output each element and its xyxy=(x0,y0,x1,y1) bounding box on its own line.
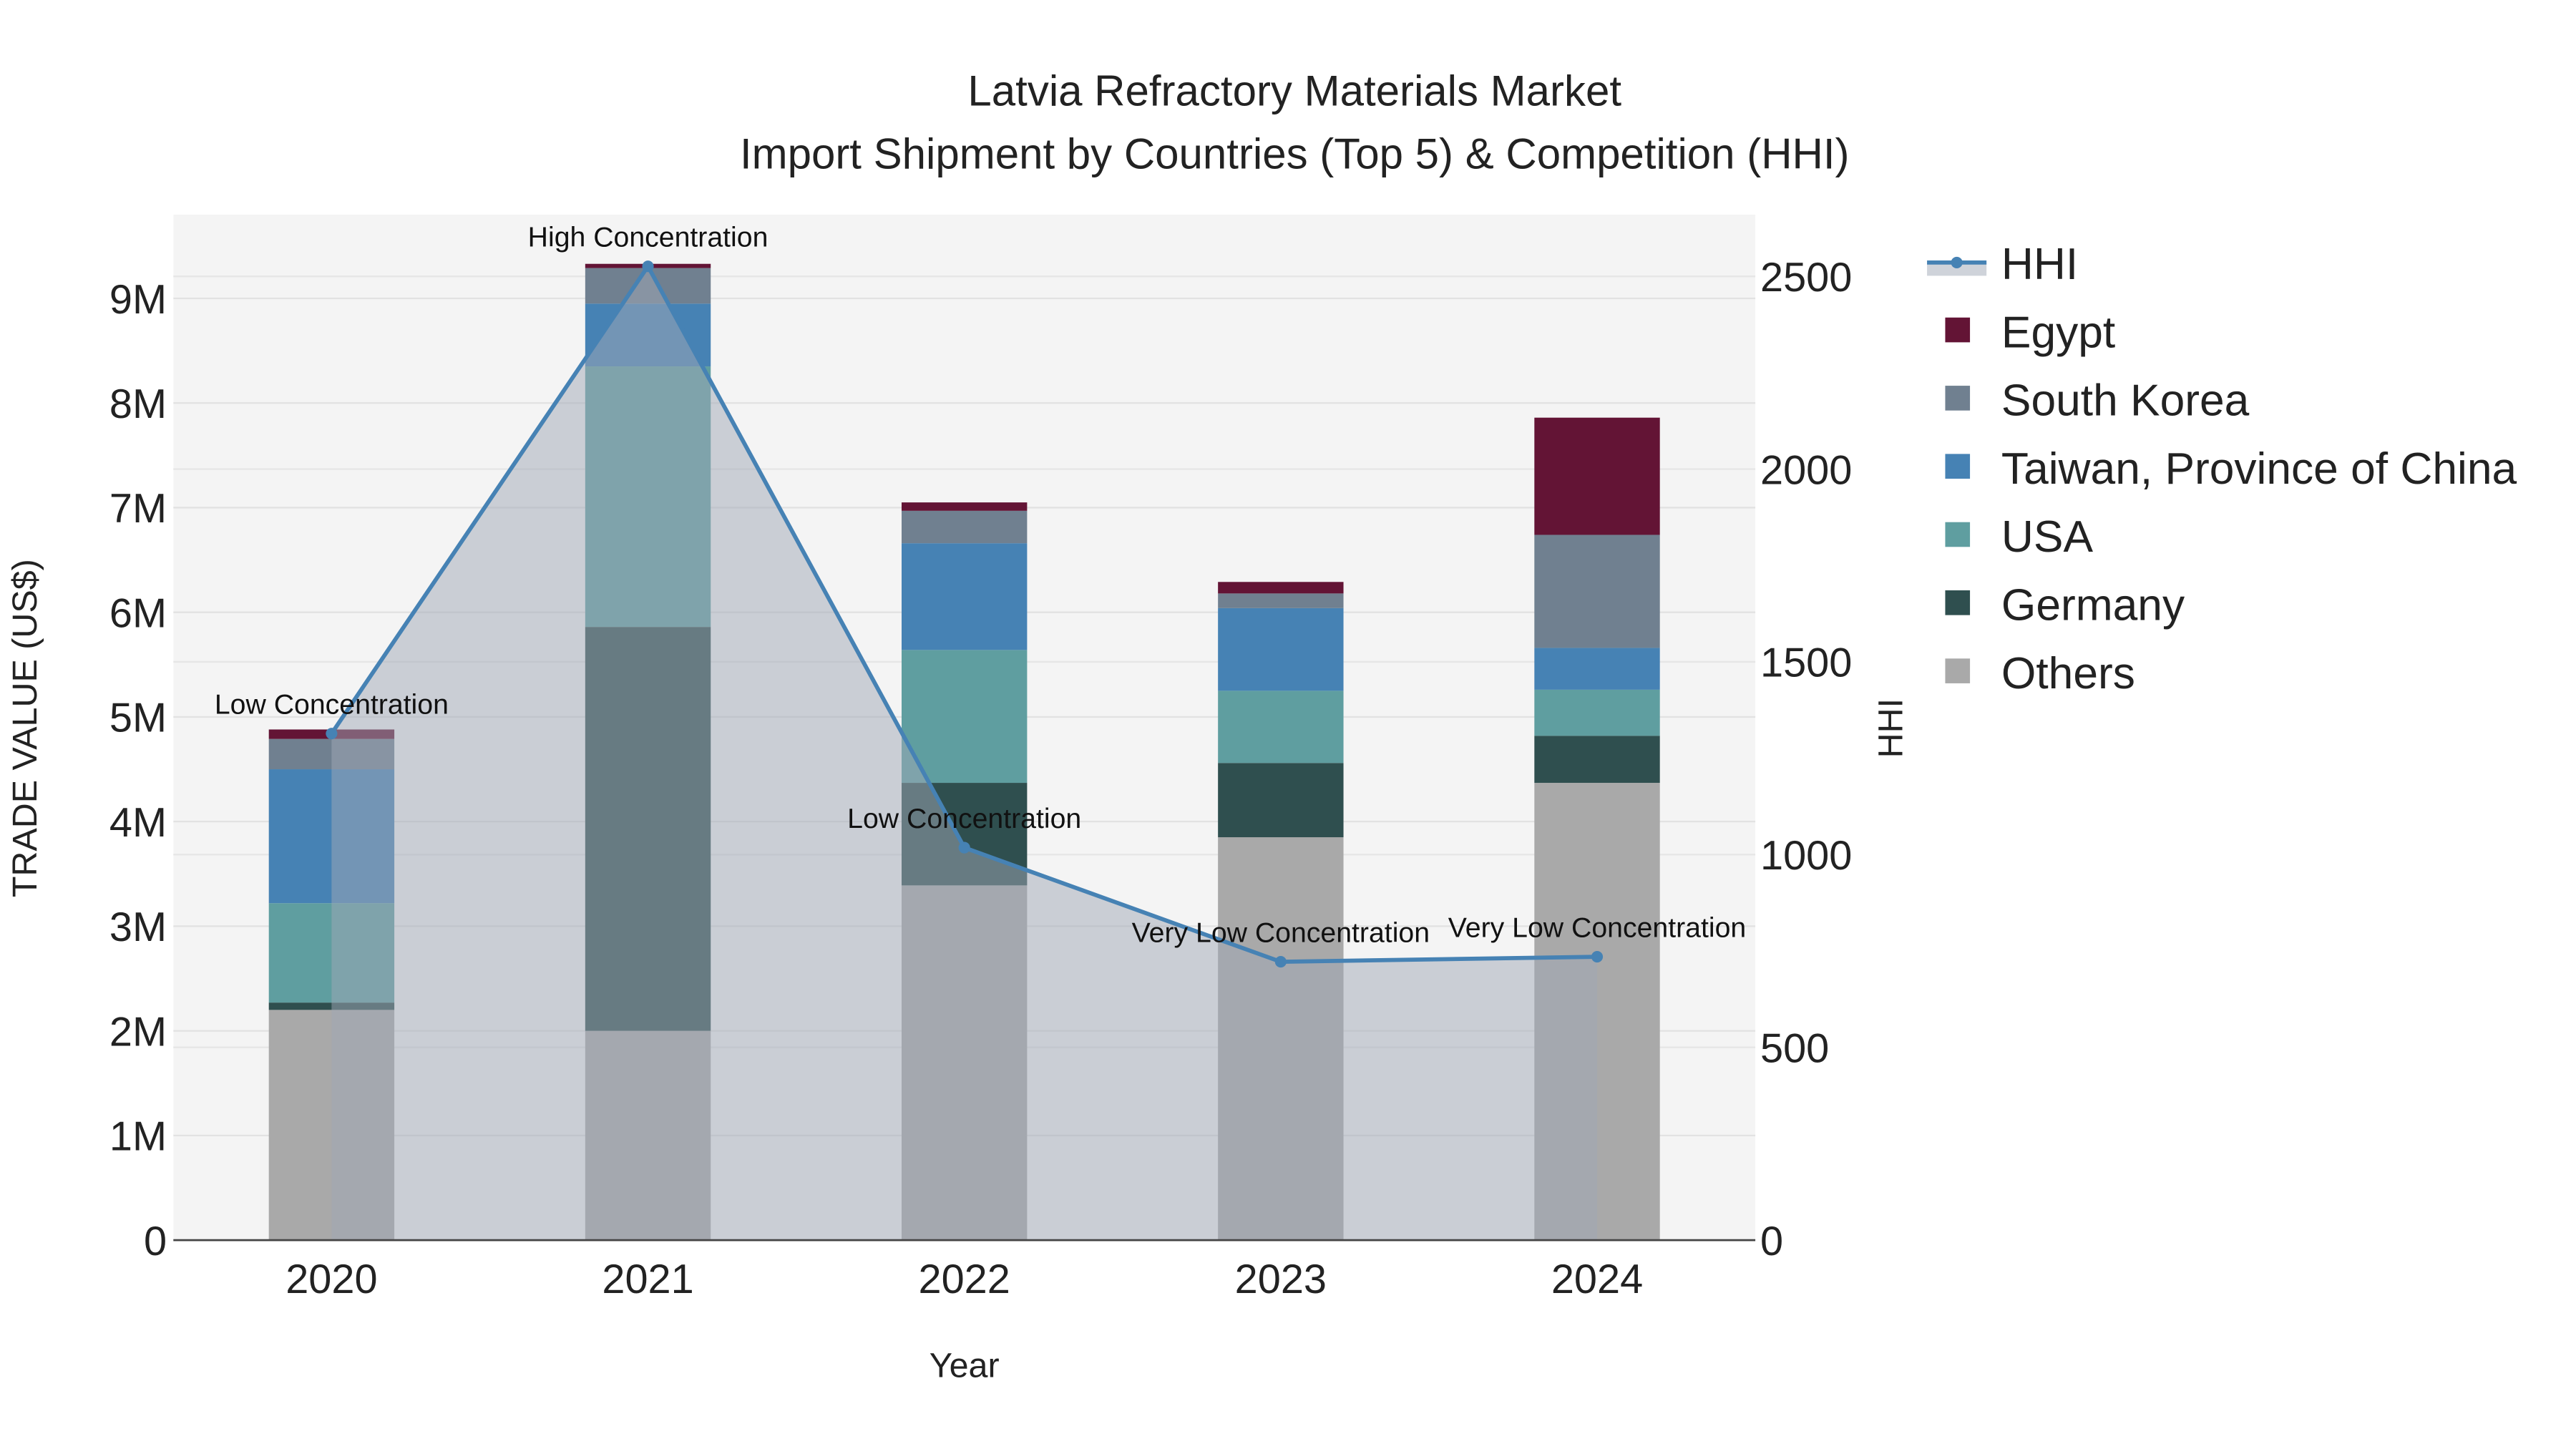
y-tick-label: 0 xyxy=(144,1219,167,1264)
legend-label: Egypt xyxy=(2001,308,2115,357)
legend-swatch xyxy=(1945,658,1971,683)
legend-item-south-korea[interactable]: South Korea xyxy=(1945,376,2250,426)
bar-germany-2023[interactable] xyxy=(1218,763,1344,838)
x-tick-label: 2024 xyxy=(1551,1257,1643,1302)
y-tick-label: 9M xyxy=(109,277,167,323)
x-tick-label: 2023 xyxy=(1235,1257,1327,1302)
y2-tick-label: 1000 xyxy=(1760,833,1852,879)
hhi-point[interactable] xyxy=(642,260,654,273)
legend-swatch xyxy=(1945,522,1971,547)
chart-title: Latvia Refractory Materials Market xyxy=(967,67,1621,115)
bar-south-korea-2023[interactable] xyxy=(1218,593,1344,608)
y-tick-label: 7M xyxy=(109,486,167,532)
hhi-annotation: Low Concentration xyxy=(847,803,1081,834)
legend-item-germany[interactable]: Germany xyxy=(1945,581,2185,630)
hhi-annotation: Low Concentration xyxy=(215,688,449,720)
bar-usa-2024[interactable] xyxy=(1534,689,1660,736)
hhi-point[interactable] xyxy=(1274,956,1287,968)
bar-taiwan-province-of-china-2024[interactable] xyxy=(1534,648,1660,690)
x-tick-label: 2022 xyxy=(919,1257,1010,1302)
y-tick-label: 8M xyxy=(109,381,167,427)
legend-item-usa[interactable]: USA xyxy=(1945,512,2093,562)
hhi-point[interactable] xyxy=(1591,951,1604,963)
bar-egypt-2022[interactable] xyxy=(902,502,1028,511)
bar-egypt-2023[interactable] xyxy=(1218,582,1344,594)
x-tick-label: 2021 xyxy=(602,1257,693,1302)
bar-south-korea-2024[interactable] xyxy=(1534,535,1660,648)
y2-tick-label: 500 xyxy=(1760,1025,1829,1071)
hhi-point[interactable] xyxy=(326,728,338,740)
y-tick-label: 3M xyxy=(109,904,167,950)
y2-tick-label: 2000 xyxy=(1760,447,1852,493)
x-axis-title: Year xyxy=(930,1347,1000,1385)
bar-taiwan-province-of-china-2022[interactable] xyxy=(902,543,1028,650)
bar-usa-2023[interactable] xyxy=(1218,691,1344,763)
legend-item-others[interactable]: Others xyxy=(1945,649,2135,698)
chart-subtitle: Import Shipment by Countries (Top 5) & C… xyxy=(740,130,1850,177)
legend-item-egypt[interactable]: Egypt xyxy=(1945,308,2115,357)
y-tick-label: 5M xyxy=(109,696,167,741)
legend-label: Taiwan, Province of China xyxy=(2001,444,2517,494)
y2-tick-label: 2500 xyxy=(1760,255,1852,301)
legend-swatch xyxy=(1945,386,1971,411)
legend-label: Others xyxy=(2001,649,2135,698)
y-tick-label: 6M xyxy=(109,590,167,636)
bar-germany-2024[interactable] xyxy=(1534,736,1660,784)
chart: Low Concentration High Concentration Low C… xyxy=(6,67,2517,1385)
y-tick-label: 4M xyxy=(109,800,167,846)
x-tick-label: 2020 xyxy=(286,1257,377,1302)
legend-swatch xyxy=(1945,454,1971,479)
y2-axis-title: HHI xyxy=(1871,698,1910,758)
legend-item-hhi[interactable]: HHI xyxy=(1927,240,2078,289)
legend-swatch xyxy=(1945,317,1971,343)
y2-tick-label: 1500 xyxy=(1760,640,1852,686)
legend-swatch xyxy=(1945,590,1971,615)
legend-label: USA xyxy=(2001,512,2094,562)
bar-egypt-2024[interactable] xyxy=(1534,417,1660,535)
bar-taiwan-province-of-china-2023[interactable] xyxy=(1218,608,1344,691)
hhi-annotation: Very Low Concentration xyxy=(1132,917,1430,948)
hhi-annotation: High Concentration xyxy=(528,222,769,253)
y-tick-label: 2M xyxy=(109,1009,167,1055)
y-axis-title: TRADE VALUE (US$) xyxy=(6,559,44,897)
bar-south-korea-2022[interactable] xyxy=(902,510,1028,544)
legend-label: HHI xyxy=(2001,240,2078,289)
legend-label: South Korea xyxy=(2001,376,2250,426)
y2-tick-label: 0 xyxy=(1760,1219,1783,1264)
y-tick-label: 1M xyxy=(109,1114,167,1160)
legend-marker xyxy=(1951,256,1963,268)
legend-item-taiwan-province-of-china[interactable]: Taiwan, Province of China xyxy=(1945,444,2517,494)
hhi-annotation: Very Low Concentration xyxy=(1448,912,1746,943)
hhi-point[interactable] xyxy=(958,841,970,854)
legend-label: Germany xyxy=(2001,581,2185,630)
